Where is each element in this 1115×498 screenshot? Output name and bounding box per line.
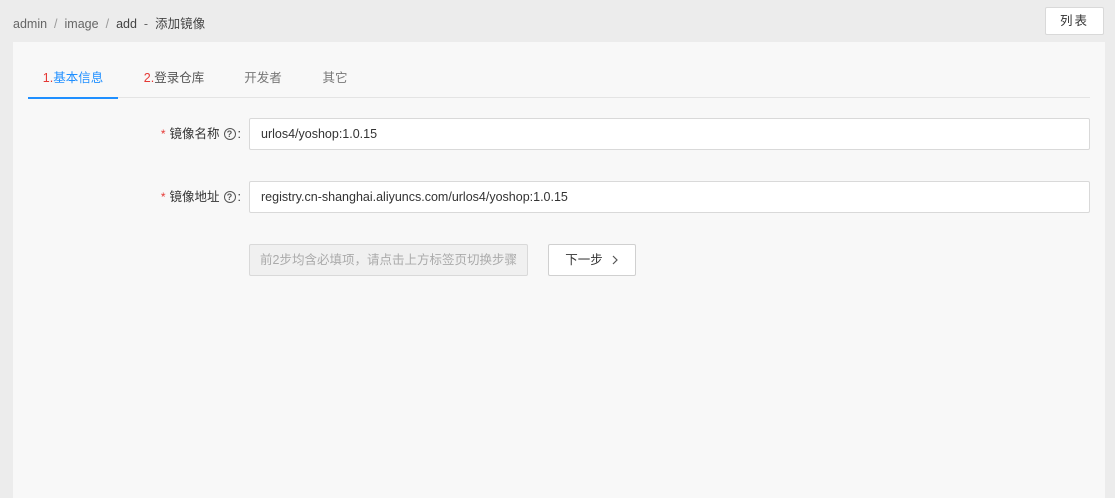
tab-other[interactable]: 其它 — [322, 60, 348, 98]
disabled-hint-button[interactable]: 前2步均含必填项，请点击上方标签页切换步骤 — [249, 244, 528, 276]
top-bar: admin / image / add - 添加镜像 列表 — [0, 0, 1115, 42]
tab-basic-info[interactable]: 1.基本信息 — [28, 60, 118, 99]
next-step-label: 下一步 — [565, 253, 603, 267]
breadcrumb: admin / image / add - 添加镜像 — [13, 13, 205, 32]
page-title: 添加镜像 — [155, 17, 206, 31]
tab-label: 开发者 — [244, 71, 282, 85]
question-circle-icon[interactable]: ? — [223, 128, 236, 140]
image-address-label: * 镜像地址?: — [161, 181, 241, 213]
tab-number: 2. — [143, 71, 155, 85]
image-name-input[interactable] — [249, 118, 1090, 150]
breadcrumb-separator: / — [54, 17, 58, 31]
tab-login-registry[interactable]: 2.登录仓库 — [143, 60, 205, 98]
image-address-input[interactable] — [249, 181, 1090, 213]
image-address-label-text: 镜像地址 — [169, 190, 220, 204]
breadcrumb-separator: / — [105, 17, 110, 31]
step-tabs: 1.基本信息 2.登录仓库 开发者 其它 — [28, 60, 1090, 99]
next-step-button[interactable]: 下一步 — [548, 244, 636, 276]
form-row-image-name: * 镜像名称?: — [13, 118, 1105, 150]
breadcrumb-item-image[interactable]: image — [65, 17, 99, 31]
list-button[interactable]: 列表 — [1045, 7, 1104, 35]
required-mark: * — [160, 127, 166, 141]
label-colon: : — [237, 127, 241, 141]
tab-developer[interactable]: 开发者 — [244, 60, 282, 98]
tab-number: 1. — [42, 71, 54, 85]
question-circle-icon[interactable]: ? — [223, 191, 236, 203]
image-name-label: * 镜像名称?: — [161, 118, 241, 150]
tab-label: 登录仓库 — [154, 71, 205, 85]
breadcrumb-dash: - — [143, 17, 149, 31]
label-colon: : — [237, 190, 241, 204]
main-card: 1.基本信息 2.登录仓库 开发者 其它 *镜像名称?: *镜像地址?: 前2步… — [13, 42, 1105, 498]
breadcrumb-item-add: add — [116, 17, 137, 31]
form-row-image-address: * 镜像地址?: — [13, 181, 1105, 213]
tab-label: 其它 — [322, 71, 348, 85]
chevron-right-icon — [611, 246, 619, 276]
tab-label: 基本信息 — [53, 71, 104, 85]
image-name-label-text: 镜像名称 — [169, 127, 220, 141]
breadcrumb-item-admin[interactable]: admin — [13, 17, 47, 31]
required-mark: * — [160, 190, 166, 204]
